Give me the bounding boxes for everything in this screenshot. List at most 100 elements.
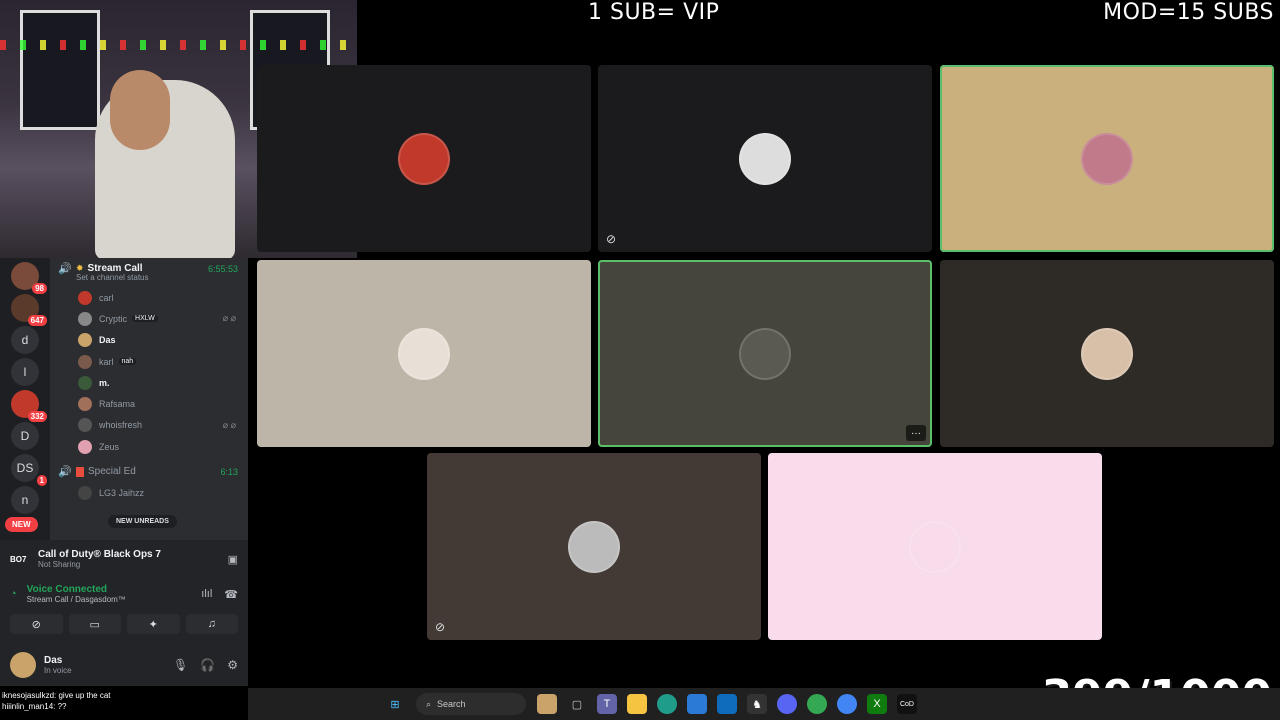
- game-logo: BO7: [10, 554, 27, 564]
- member-name: LG3 Jaihzz: [99, 488, 145, 499]
- cod-icon[interactable]: CoD: [897, 694, 917, 714]
- list-item[interactable]: whoisfresh ⌀ ⌀: [50, 415, 248, 436]
- new-pill[interactable]: NEW: [5, 517, 38, 532]
- server-icon[interactable]: 98: [11, 262, 47, 294]
- vip-overlay-text: 1 SUB= VIP: [588, 0, 720, 25]
- avatar: [398, 327, 450, 380]
- video-tile[interactable]: [940, 260, 1274, 447]
- member-tag: nah: [118, 358, 137, 366]
- user-panel: Das In voice 🎙 🎧 ⚙: [0, 644, 248, 686]
- avatar: [739, 132, 791, 185]
- avatar[interactable]: [10, 652, 36, 678]
- server-icon[interactable]: 332: [11, 390, 47, 422]
- taskbar-search[interactable]: ⌕ Search: [416, 693, 526, 715]
- red-square-icon: [76, 466, 84, 477]
- windows-icon[interactable]: ⊞: [385, 694, 405, 714]
- list-item[interactable]: carl: [50, 287, 248, 308]
- voice-channel-path[interactable]: Stream Call / Dasgasdom™: [27, 595, 126, 604]
- string-lights: [0, 40, 357, 50]
- list-item[interactable]: LG3 Jaihzz: [50, 482, 248, 503]
- activities-button[interactable]: ✦: [127, 614, 180, 634]
- member-name: Rafsama: [99, 399, 136, 410]
- video-tile[interactable]: [257, 65, 591, 252]
- xbox-icon[interactable]: X: [867, 694, 887, 714]
- avatar: [78, 290, 92, 305]
- more-options-icon[interactable]: ···: [906, 425, 926, 441]
- video-tile[interactable]: [257, 260, 591, 447]
- avatar: [78, 418, 92, 433]
- video-tile[interactable]: ⊘: [598, 65, 932, 252]
- user-name: Das: [44, 655, 63, 666]
- store-icon[interactable]: [687, 694, 707, 714]
- discord-icon[interactable]: [777, 694, 797, 714]
- server-icon[interactable]: 647: [11, 294, 47, 326]
- member-name: karl: [99, 356, 114, 367]
- edge-icon[interactable]: [657, 694, 677, 714]
- gear-icon[interactable]: ⚙: [227, 658, 238, 672]
- list-item[interactable]: Cryptic HXLW ⌀ ⌀: [50, 308, 248, 329]
- mention-badge: 1: [36, 475, 47, 486]
- avatar: [78, 375, 92, 390]
- chrome-icon[interactable]: [837, 694, 857, 714]
- search-icon: ⌕: [426, 698, 432, 709]
- disconnect-icon[interactable]: ☎: [224, 588, 238, 601]
- mention-badge: 98: [32, 283, 47, 294]
- chess-icon[interactable]: ♞: [747, 694, 767, 714]
- server-label: n: [21, 493, 29, 507]
- server-icon[interactable]: l: [11, 358, 39, 386]
- teams-icon[interactable]: T: [597, 694, 617, 714]
- server-icon[interactable]: DS 1: [11, 454, 47, 486]
- channel-status[interactable]: Set a channel status: [50, 273, 248, 287]
- list-item[interactable]: Zeus: [50, 436, 248, 457]
- screen-share-button[interactable]: ▭: [68, 614, 121, 634]
- video-tile[interactable]: [768, 453, 1102, 640]
- avatar: [78, 486, 92, 501]
- camera-off-icon: ⊘: [435, 620, 446, 634]
- server-label: d: [21, 333, 29, 347]
- game-sub: Not Sharing: [38, 560, 81, 569]
- speaker-icon: 🔊: [58, 466, 72, 479]
- member-name: Cryptic: [99, 313, 128, 324]
- voice-channel-special-ed[interactable]: 🔊 Special Ed 6:13: [50, 461, 248, 482]
- new-unreads-button[interactable]: NEW UNREADS: [108, 515, 177, 528]
- video-tile[interactable]: ···: [598, 260, 932, 447]
- server-icon[interactable]: d: [11, 326, 39, 354]
- signal-icon: ◔: [10, 588, 17, 600]
- outlook-icon[interactable]: [717, 694, 737, 714]
- video-tile[interactable]: ⊘: [427, 453, 761, 640]
- camera-button[interactable]: ⊘: [10, 614, 63, 634]
- camera-off-icon: ⊘: [606, 232, 617, 246]
- mic-icon[interactable]: 🎙: [173, 658, 188, 672]
- list-item[interactable]: m.: [50, 372, 248, 393]
- chrome-icon[interactable]: [807, 694, 827, 714]
- rocket-icon: ✦: [148, 618, 158, 631]
- member-tag: HXLW: [132, 315, 158, 323]
- list-item[interactable]: Das: [50, 330, 248, 351]
- video-tile[interactable]: [940, 65, 1274, 252]
- server-icon[interactable]: D: [11, 422, 39, 450]
- avatar: [78, 311, 92, 326]
- chat-message: hiiinlin_man14: ??: [2, 702, 67, 711]
- game-title: Call of Duty® Black Ops 7: [38, 549, 161, 560]
- call-timer: 6:55:53: [207, 263, 238, 274]
- soundboard-button[interactable]: ♫: [185, 614, 238, 634]
- speaker-icon: 🔊: [58, 263, 72, 275]
- avatar: [78, 397, 92, 412]
- member-name: Zeus: [99, 441, 120, 452]
- headphones-icon[interactable]: 🎧: [200, 658, 215, 672]
- soundboard-icon: ♫: [207, 618, 216, 630]
- noise-suppression-icon[interactable]: ılıl: [201, 588, 212, 600]
- avatar: [568, 520, 620, 573]
- list-item[interactable]: karl nah: [50, 351, 248, 372]
- avatar: [78, 333, 92, 348]
- server-icon[interactable]: n: [11, 486, 39, 514]
- server-label: l: [23, 365, 27, 379]
- widget-icon[interactable]: [537, 694, 557, 714]
- list-item[interactable]: Rafsama: [50, 393, 248, 414]
- task-view-icon[interactable]: ▢: [567, 694, 587, 714]
- folder-icon[interactable]: [627, 694, 647, 714]
- share-screen-icon[interactable]: ▣: [228, 553, 238, 566]
- activity-panel: BO7 Call of Duty® Black Ops 7 Not Sharin…: [0, 540, 248, 578]
- avatar: [1081, 327, 1133, 380]
- chat-overlay: iknesojasulkzd: give up the cat hiiinlin…: [2, 690, 111, 712]
